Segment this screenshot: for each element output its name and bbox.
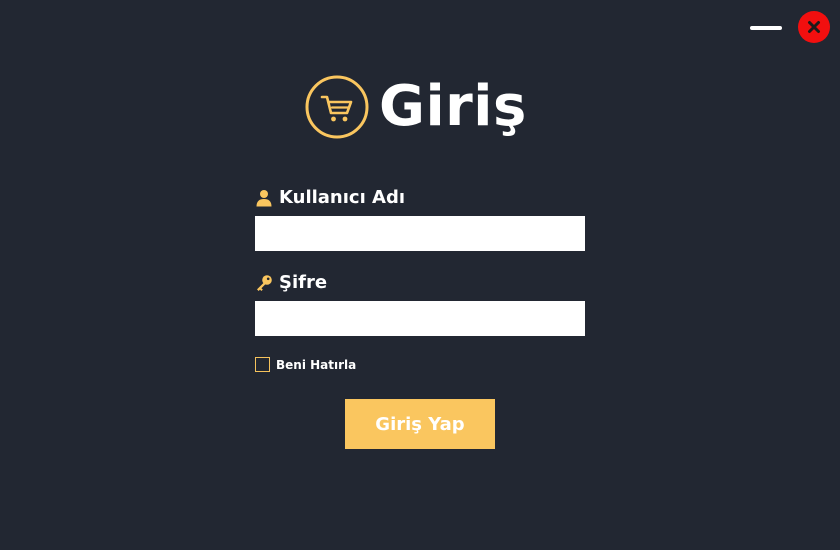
- header: Giriş: [305, 72, 527, 142]
- username-input[interactable]: [255, 216, 585, 251]
- login-button[interactable]: Giriş Yap: [345, 399, 495, 449]
- close-x-icon: [808, 21, 820, 33]
- checkbox-box[interactable]: [255, 357, 270, 372]
- username-label: Kullanıcı Adı: [255, 187, 405, 208]
- remember-me-checkbox[interactable]: Beni Hatırla: [255, 357, 356, 372]
- username-label-text: Kullanıcı Adı: [279, 187, 406, 208]
- close-button[interactable]: [798, 11, 830, 43]
- shopping-cart-icon: [305, 75, 369, 139]
- page-title: Giriş: [379, 74, 527, 139]
- key-icon: [257, 274, 272, 291]
- remember-me-label: Beni Hatırla: [276, 357, 357, 372]
- minimize-button[interactable]: [750, 18, 782, 38]
- minimize-icon: [750, 26, 782, 30]
- password-input[interactable]: [255, 301, 585, 336]
- password-label-text: Şifre: [279, 272, 328, 293]
- user-icon: [256, 189, 272, 206]
- password-label: Şifre: [255, 272, 327, 293]
